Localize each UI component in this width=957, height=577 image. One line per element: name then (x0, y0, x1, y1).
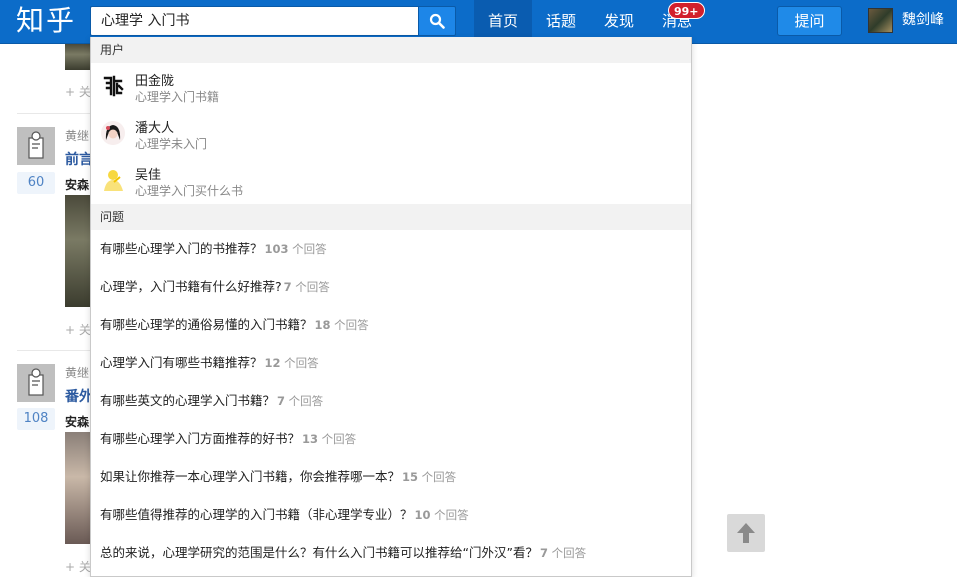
question-text: 有哪些心理学入门的书推荐？ (100, 241, 263, 256)
feed-thumbnail[interactable] (65, 432, 91, 544)
scroll-to-top-button[interactable] (727, 514, 765, 552)
answer-count: 10 个回答 (415, 508, 469, 522)
answer-count-number: 15 (402, 470, 419, 484)
feed-divider (17, 350, 91, 351)
question-text: 有哪些心理学的通俗易懂的入门书籍？ (100, 317, 313, 332)
user-avatar[interactable] (868, 8, 893, 33)
user-avatar-yellow (100, 167, 126, 193)
vote-count[interactable]: 60 (17, 172, 55, 194)
answer-count-suffix: 个回答 (430, 508, 469, 522)
follow-link[interactable]: + 关 (65, 83, 91, 100)
question-suggestion[interactable]: 有哪些心理学的通俗易懂的入门书籍？ 18 个回答 (91, 306, 691, 344)
question-suggestion[interactable]: 如果让你推荐一本心理学入门书籍，你会推荐哪一本？ 15 个回答 (91, 458, 691, 496)
search-icon (429, 13, 445, 29)
question-text: 总的来说，心理学研究的范围是什么？有什么入门书籍可以推荐给“门外汉”看？ (100, 545, 538, 560)
feed-answerer[interactable]: 安森 (65, 413, 89, 430)
answer-count-suffix: 个回答 (280, 356, 319, 370)
zhihu-logo[interactable]: 知乎 (16, 2, 76, 40)
question-text: 如果让你推荐一本心理学入门书籍，你会推荐哪一本？ (100, 469, 401, 484)
question-text: 有哪些心理学入门方面推荐的好书？ (100, 431, 301, 446)
answer-count: 103 个回答 (265, 242, 327, 256)
answer-count-suffix: 个回答 (318, 432, 357, 446)
question-suggestion[interactable]: 总的来说，心理学研究的范围是什么？有什么入门书籍可以推荐给“门外汉”看？ 7 个回… (91, 534, 691, 572)
user-bio: 心理学入门买什么书 (135, 184, 244, 198)
feed-question-title[interactable]: 番外 (65, 386, 93, 406)
user-name-link[interactable]: 魏剑峰 (902, 0, 944, 40)
yellow-figure-avatar-icon (104, 170, 123, 191)
answer-count: 7 个回答 (277, 394, 323, 408)
arrow-up-icon (737, 523, 755, 543)
answer-count: 12 个回答 (265, 356, 319, 370)
answer-count-suffix: 个回答 (418, 470, 457, 484)
question-suggestion[interactable]: 心理学，入门书籍有什么好推荐? 7 个回答 (91, 268, 691, 306)
default-avatar-icon (28, 368, 44, 396)
answer-count-number: 7 (277, 394, 286, 408)
answer-count-suffix: 个回答 (291, 280, 330, 294)
default-avatar-icon (28, 131, 44, 159)
user-bio: 心理学未入门 (135, 137, 208, 151)
users-section-header: 用户 (91, 37, 691, 63)
search-button[interactable] (418, 6, 456, 36)
answer-count-number: 12 (264, 356, 281, 370)
user-avatar-calligraphy (100, 73, 126, 99)
answer-count-number: 10 (414, 508, 431, 522)
question-text: 有哪些值得推荐的心理学的入门书籍（非心理学专业）？ (100, 507, 413, 522)
feed-author[interactable]: 黄继 (65, 127, 89, 144)
answer-count: 7 个回答 (284, 280, 330, 294)
search-suggestions-dropdown: 用户 田金陇 心理学入门书籍 潘大人 心理学未入门 吴佳 心理学入门买什么书 问… (90, 37, 692, 577)
user-suggestion[interactable]: 潘大人 心理学未入门 (91, 110, 691, 157)
answer-count: 15 个回答 (402, 470, 456, 484)
question-suggestion[interactable]: 有哪些英文的心理学入门书籍？ 7 个回答 (91, 382, 691, 420)
message-count-badge: 99+ (668, 2, 705, 19)
question-suggestion[interactable]: 有哪些心理学入门方面推荐的好书？ 13 个回答 (91, 420, 691, 458)
question-suggestion[interactable]: 有哪些心理学入门的书推荐？ 103 个回答 (91, 230, 691, 268)
question-suggestion[interactable]: 有哪些值得推荐的心理学的入门书籍（非心理学专业）？ 10 个回答 (91, 496, 691, 534)
user-name: 吴佳 (135, 168, 162, 183)
questions-section-header: 问题 (91, 204, 691, 230)
search-input[interactable]: 心理学 入门书 (90, 6, 418, 36)
feed-avatar[interactable] (17, 364, 55, 402)
user-name: 田金陇 (135, 74, 175, 89)
feed-author[interactable]: 黄继 (65, 364, 89, 381)
ask-question-button[interactable]: 提问 (777, 6, 842, 36)
answer-count-number: 13 (302, 432, 319, 446)
feed-avatar[interactable] (17, 127, 55, 165)
answer-count-number: 103 (264, 242, 289, 256)
feed-thumbnail[interactable] (65, 195, 91, 307)
question-suggestion[interactable]: 心理学入门有哪些书籍推荐？ 12 个回答 (91, 344, 691, 382)
answer-count-number: 18 (314, 318, 331, 332)
user-suggestion[interactable]: 吴佳 心理学入门买什么书 (91, 157, 691, 204)
feed-question-title[interactable]: 前言 (65, 149, 93, 169)
feed-thumbnail[interactable] (65, 44, 91, 70)
vote-count[interactable]: 108 (17, 408, 55, 430)
answer-count-number: 7 (283, 280, 292, 294)
feed-answerer[interactable]: 安森 (65, 176, 89, 193)
answer-count-suffix: 个回答 (288, 242, 327, 256)
follow-link[interactable]: + 关 (65, 321, 91, 338)
follow-link[interactable]: + 关 (65, 558, 91, 575)
question-text: 心理学，入门书籍有什么好推荐? (100, 279, 282, 294)
answer-count-number: 7 (539, 546, 548, 560)
girl-avatar-icon (101, 121, 125, 145)
answer-count-suffix: 个回答 (285, 394, 324, 408)
question-text: 有哪些英文的心理学入门书籍？ (100, 393, 276, 408)
calligraphy-avatar-icon (103, 75, 124, 97)
user-name: 潘大人 (135, 121, 175, 136)
answer-count-suffix: 个回答 (547, 546, 587, 560)
answer-count: 18 个回答 (315, 318, 369, 332)
answer-count: 13 个回答 (302, 432, 356, 446)
user-avatar-girl (100, 120, 126, 146)
user-suggestion[interactable]: 田金陇 心理学入门书籍 (91, 63, 691, 110)
answer-count: 7 个回答 (540, 546, 586, 560)
user-bio: 心理学入门书籍 (135, 90, 220, 104)
answer-count-suffix: 个回答 (330, 318, 369, 332)
feed-divider (17, 113, 91, 114)
question-text: 心理学入门有哪些书籍推荐？ (100, 355, 263, 370)
